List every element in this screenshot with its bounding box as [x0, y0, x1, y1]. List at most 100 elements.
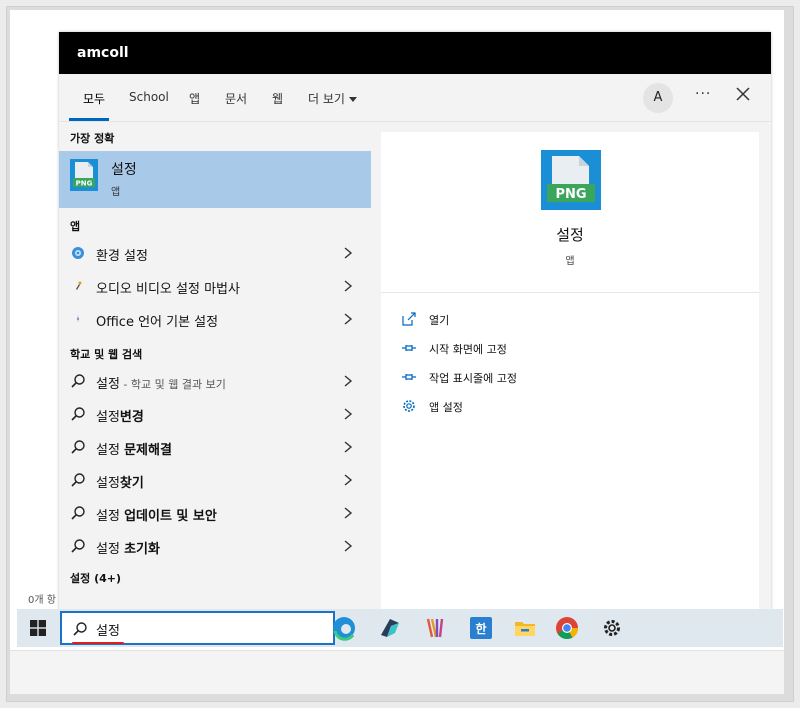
- list-item-label: 오디오 비디오 설정 마법사: [96, 282, 240, 297]
- edge-icon[interactable]: [329, 613, 359, 643]
- windows-start-icon[interactable]: [30, 620, 46, 636]
- list-item-label: Office 언어 기본 설정: [96, 315, 219, 330]
- search-icon: [71, 440, 85, 454]
- chevron-right-icon[interactable]: [343, 279, 353, 293]
- settings-gear-icon[interactable]: [597, 613, 627, 643]
- search-icon: [71, 374, 85, 388]
- tab-apps[interactable]: 앱: [189, 90, 200, 107]
- search-icon: [71, 539, 85, 553]
- close-icon[interactable]: [731, 82, 755, 106]
- list-item-label: 환경 설정: [96, 249, 148, 264]
- list-item[interactable]: 설정 - 학교 및 웹 결과 보기: [59, 365, 371, 398]
- search-input[interactable]: [96, 619, 316, 639]
- png-file-icon: PNG: [70, 159, 98, 191]
- search-tabs: 모두 School 앱 문서 웹 더 보기 A ···: [59, 74, 771, 122]
- chevron-right-icon[interactable]: [343, 506, 353, 520]
- chevron-right-icon[interactable]: [343, 374, 353, 388]
- pin-to-start-label: 시작 화면에 고정: [429, 343, 507, 356]
- png-file-icon: PNG: [541, 150, 601, 210]
- list-item[interactable]: 설정찾기: [59, 464, 371, 497]
- results-list: 가장 정확 PNG 설정 앱 앱 환경 설정 오디오 비디오 설정 마법사 Of…: [59, 122, 371, 610]
- list-item[interactable]: 환경 설정: [59, 237, 371, 270]
- app-arrow-icon[interactable]: [375, 613, 405, 643]
- tab-all[interactable]: 모두: [83, 90, 105, 107]
- query-plain: 설정: [96, 377, 120, 392]
- avatar[interactable]: A: [643, 83, 673, 113]
- search-panel: amcoll 모두 School 앱 문서 웹 더 보기 A ··· 가장 정확…: [59, 32, 771, 610]
- divider: [381, 292, 759, 293]
- open-action-label: 열기: [429, 314, 450, 327]
- png-icon-text: PNG: [76, 180, 93, 188]
- tab-more-label: 더 보기: [308, 92, 345, 106]
- files-count-label: 0개 항: [28, 595, 56, 606]
- active-tab-indicator: [69, 118, 109, 121]
- pin-icon: [402, 374, 416, 380]
- file-explorer-icon[interactable]: [510, 613, 540, 643]
- search-icon: [71, 506, 85, 520]
- list-item[interactable]: 설정 업데이트 및 보안: [59, 497, 371, 530]
- app-stripes-icon[interactable]: [421, 613, 451, 643]
- query-bold: 초기화: [124, 542, 160, 557]
- preview-title: 설정: [556, 226, 584, 244]
- png-icon-text: PNG: [555, 187, 586, 202]
- panel-title: amcoll: [59, 32, 771, 74]
- taskbar-search-box[interactable]: [60, 611, 335, 645]
- query-bold: 찾기: [119, 476, 144, 491]
- query-plain: 설정: [96, 542, 125, 557]
- query-plain: 설정: [96, 443, 125, 458]
- tab-school[interactable]: School: [129, 90, 169, 104]
- search-icon: [73, 622, 87, 636]
- chevron-right-icon[interactable]: [343, 440, 353, 454]
- settings-section-heading[interactable]: 설정 (4+): [70, 570, 121, 586]
- list-item-label: 설정 - 학교 및 웹 결과 보기: [96, 373, 226, 392]
- preview-pane: PNG 설정 앱 열기 시작 화면에 고정 작업 표시줄에 고정 앱 설정: [381, 132, 759, 610]
- list-item[interactable]: 설정변경: [59, 398, 371, 431]
- hangul-icon-text: 한: [475, 621, 486, 636]
- chevron-right-icon[interactable]: [343, 246, 353, 260]
- list-item-label: 설정 문제해결: [96, 439, 172, 458]
- query-plain: 설정: [96, 476, 120, 491]
- list-item-label: 설정찾기: [96, 472, 144, 491]
- search-icon: [71, 407, 85, 421]
- query-bold: 문제해결: [124, 443, 172, 458]
- list-item[interactable]: 설정 문제해결: [59, 431, 371, 464]
- caret-down-icon: [348, 97, 357, 102]
- hangul-icon[interactable]: 한: [466, 613, 496, 643]
- taskbar: 한: [17, 609, 783, 647]
- pin-to-taskbar-label: 작업 표시줄에 고정: [429, 372, 517, 385]
- chrome-icon[interactable]: [552, 613, 582, 643]
- office-language-icon: [76, 315, 80, 323]
- query-bold: 업데이트 및 보안: [124, 509, 217, 524]
- list-item[interactable]: 오디오 비디오 설정 마법사: [59, 270, 371, 303]
- chevron-right-icon[interactable]: [343, 407, 353, 421]
- chevron-right-icon[interactable]: [343, 312, 353, 326]
- tab-more[interactable]: 더 보기: [308, 90, 357, 107]
- bottom-strip: [10, 650, 784, 694]
- best-match-subtitle: 앱: [111, 187, 121, 198]
- query-bold: 변경: [119, 410, 144, 425]
- tab-web[interactable]: 웹: [272, 90, 283, 107]
- red-underline-annotation: [72, 642, 124, 644]
- best-match-item[interactable]: PNG 설정 앱: [59, 151, 371, 208]
- tab-documents[interactable]: 문서: [225, 90, 247, 107]
- best-match-title: 설정: [111, 162, 137, 178]
- gear-icon: [403, 400, 415, 412]
- more-options-icon[interactable]: ···: [695, 86, 711, 102]
- preview-subtitle: 앱: [565, 256, 575, 267]
- query-plain: 설정: [96, 509, 125, 524]
- list-item[interactable]: Office 언어 기본 설정: [59, 303, 371, 336]
- pin-icon: [402, 345, 416, 351]
- apps-heading: 앱: [70, 220, 81, 233]
- list-item-label: 설정 업데이트 및 보안: [96, 505, 217, 524]
- query-plain: 설정: [96, 410, 120, 425]
- best-match-heading: 가장 정확: [70, 132, 115, 145]
- open-icon: [402, 312, 416, 326]
- control-panel-icon: [72, 247, 84, 259]
- search-icon: [71, 473, 85, 487]
- web-search-heading: 학교 및 웹 검색: [70, 348, 143, 361]
- chevron-right-icon[interactable]: [343, 473, 353, 487]
- list-item-label: 설정변경: [96, 406, 144, 425]
- app-settings-label: 앱 설정: [429, 401, 463, 414]
- list-item[interactable]: 설정 초기화: [59, 530, 371, 563]
- chevron-right-icon[interactable]: [343, 539, 353, 553]
